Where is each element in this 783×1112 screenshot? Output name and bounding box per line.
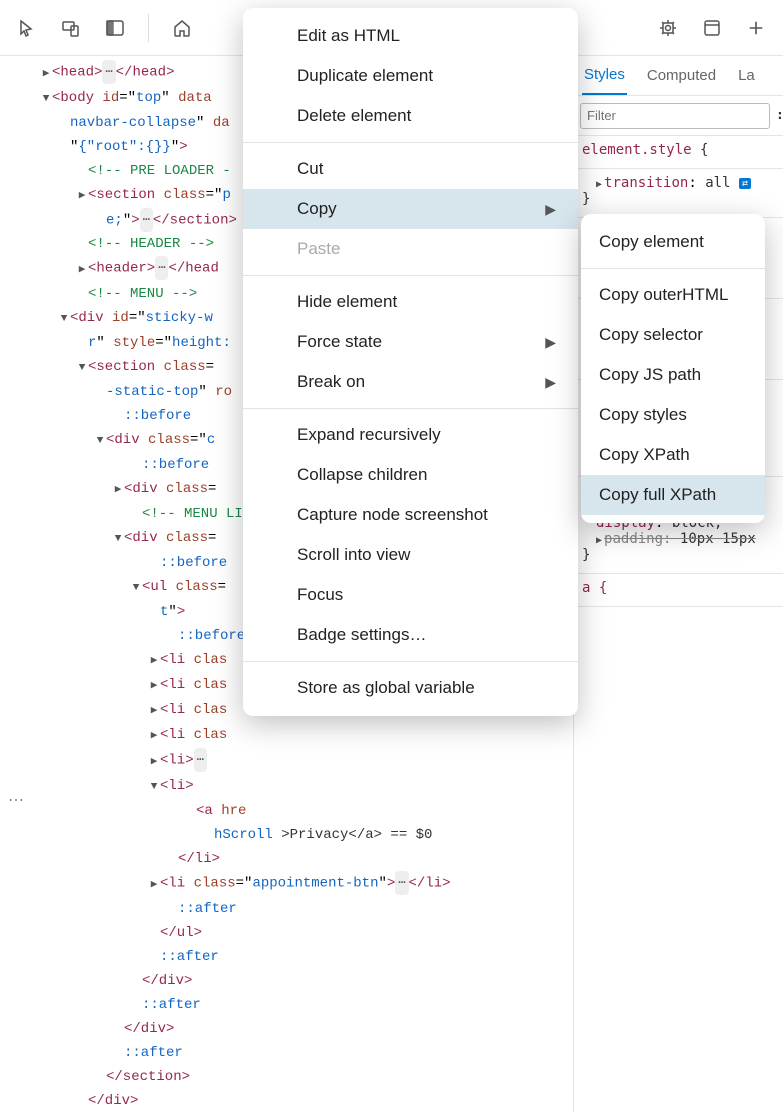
plus-icon[interactable] [745,17,767,39]
hov-toggle[interactable]: :ho [776,108,783,123]
menu-item-edit-as-html[interactable]: Edit as HTML [243,16,578,56]
dom-row[interactable]: ▶<li class="appointment-btn">⋯</li> [4,871,573,897]
menu-item-copy-element[interactable]: Copy element [581,222,765,262]
menu-item-collapse-children[interactable]: Collapse children [243,455,578,495]
filter-input[interactable] [580,103,770,129]
dom-row[interactable]: ::after [4,897,573,921]
menu-item-focus[interactable]: Focus [243,575,578,615]
menu-item-scroll-into-view[interactable]: Scroll into view [243,535,578,575]
dom-row[interactable]: ▼<li> [4,774,573,799]
menu-separator [243,142,578,143]
dom-row[interactable]: ::after [4,945,573,969]
styles-tabs: Styles Computed La [574,56,783,96]
gutter-overflow-icon[interactable]: ⋯ [8,790,26,810]
menu-item-capture-node-screenshot[interactable]: Capture node screenshot [243,495,578,535]
filter-row: :ho [574,96,783,136]
pointer-icon[interactable] [16,17,38,39]
tab-computed[interactable]: Computed [645,56,718,95]
dom-row[interactable]: hScroll >Privacy</a> == $0 [4,823,573,847]
menu-separator [243,661,578,662]
menu-item-copy-styles[interactable]: Copy styles [581,395,765,435]
dom-row[interactable]: <a hre [4,799,573,823]
menu-item-copy-outerhtml[interactable]: Copy outerHTML [581,275,765,315]
dom-row[interactable]: </section> [4,1065,573,1089]
menu-separator [243,275,578,276]
dom-row[interactable]: </div> [4,1017,573,1041]
menu-item-duplicate-element[interactable]: Duplicate element [243,56,578,96]
menu-item-break-on[interactable]: Break on▶ [243,362,578,402]
css-rule[interactable]: ▶transition: all ⇄} [574,169,783,218]
menu-item-copy-js-path[interactable]: Copy JS path [581,355,765,395]
copy-submenu: Copy elementCopy outerHTMLCopy selectorC… [581,214,765,523]
tab-styles[interactable]: Styles [582,56,627,95]
dom-row[interactable]: </ul> [4,921,573,945]
menu-item-expand-recursively[interactable]: Expand recursively [243,415,578,455]
menu-item-hide-element[interactable]: Hide element [243,282,578,322]
dom-row[interactable]: </div> [4,969,573,993]
dom-row[interactable]: </div> [4,1089,573,1112]
menu-separator [243,408,578,409]
menu-item-cut[interactable]: Cut [243,149,578,189]
menu-separator [581,268,765,269]
panel-icon[interactable] [104,17,126,39]
menu-item-badge-settings-[interactable]: Badge settings… [243,615,578,655]
menu-item-copy[interactable]: Copy▶ [243,189,578,229]
toolbar-divider [148,14,149,42]
dom-row[interactable]: </li> [4,847,573,871]
dom-row[interactable]: ▶<li>⋯ [4,748,573,774]
menu-item-copy-selector[interactable]: Copy selector [581,315,765,355]
devices-icon[interactable] [60,17,82,39]
css-rule[interactable]: a { [574,574,783,607]
dom-row[interactable]: ▶<li clas [4,723,573,748]
menu-item-paste: Paste [243,229,578,269]
dom-row[interactable]: ::after [4,1041,573,1065]
menu-item-force-state[interactable]: Force state▶ [243,322,578,362]
home-icon[interactable] [171,17,193,39]
tab-layout[interactable]: La [736,56,757,95]
menu-item-copy-full-xpath[interactable]: Copy full XPath [581,475,765,515]
dom-row[interactable]: ::after [4,993,573,1017]
chip-icon[interactable] [657,17,679,39]
context-menu: Edit as HTMLDuplicate elementDelete elem… [243,8,578,716]
css-rule[interactable]: element.style { [574,136,783,169]
window-icon[interactable] [701,17,723,39]
menu-item-copy-xpath[interactable]: Copy XPath [581,435,765,475]
menu-item-store-as-global-variable[interactable]: Store as global variable [243,668,578,708]
menu-item-delete-element[interactable]: Delete element [243,96,578,136]
